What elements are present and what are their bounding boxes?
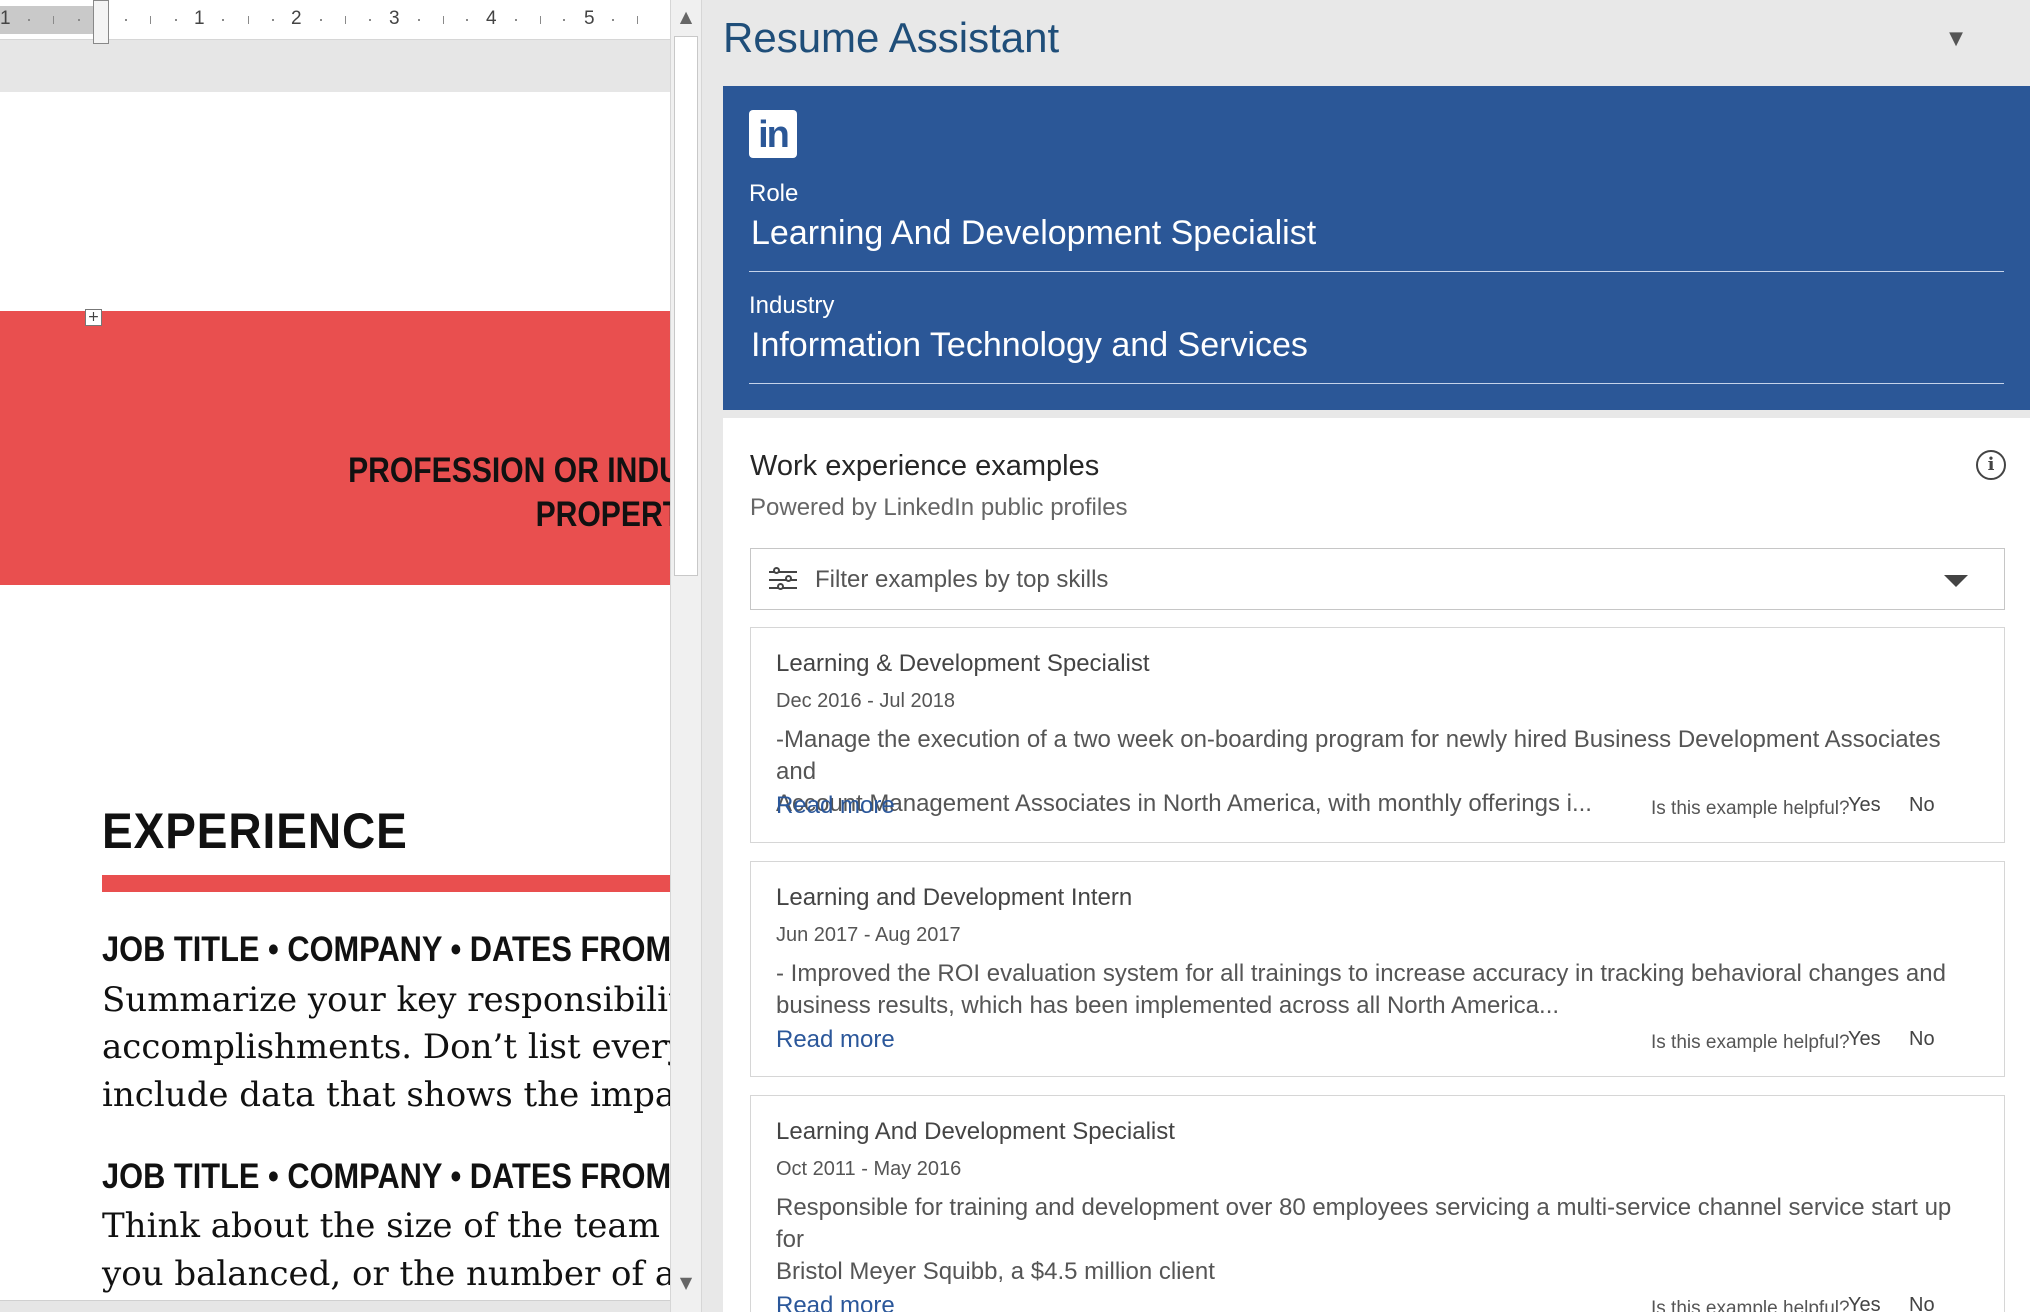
ruler-number: 3 <box>389 8 400 29</box>
job-description-line: accomplishments. Don’t list everything; … <box>102 1027 670 1067</box>
filter-placeholder: Filter examples by top skills <box>815 566 1109 593</box>
job-description-line: include data that shows the impact you m… <box>102 1075 670 1115</box>
table-move-handle-icon[interactable]: + <box>85 309 102 326</box>
role-input[interactable]: Learning And Development Specialist <box>751 214 1316 253</box>
ruler-tick <box>248 16 249 24</box>
linkedin-logo-icon: in <box>749 110 797 158</box>
ruler-number: 2 <box>291 8 302 29</box>
example-description: Responsible for training and development… <box>776 1194 1952 1292</box>
ruler-tick <box>150 16 151 24</box>
ruler-dot <box>466 19 468 21</box>
horizontal-ruler[interactable]: 1 1 2 3 4 5 <box>0 0 670 44</box>
examples-subtitle: Powered by LinkedIn public profiles <box>750 494 1128 521</box>
ruler-dot <box>320 19 322 21</box>
vertical-scrollbar[interactable]: ▲ ▼ <box>670 0 702 1312</box>
arrow-down-icon[interactable]: ▼ <box>671 1268 701 1298</box>
caret-down-icon[interactable] <box>1944 575 1968 587</box>
ruler-number: 4 <box>486 8 497 29</box>
ruler-tick <box>53 16 54 24</box>
example-dates: Dec 2016 - Jul 2018 <box>776 690 956 712</box>
heading-rule <box>102 875 670 892</box>
helpful-yes-button[interactable]: Yes <box>1848 1028 1881 1051</box>
banner-line-1: PROFESSION OR INDUSTRY <box>348 451 670 490</box>
industry-underline <box>749 383 2004 384</box>
resume-assistant-pane: Resume Assistant ▼ in Role Learning And … <box>702 0 2030 1312</box>
experience-heading: EXPERIENCE <box>102 803 408 859</box>
document-area: 1 1 2 3 4 5 + PROFESSION OR INDUSTRY PRO… <box>0 0 670 1312</box>
helpful-no-button[interactable]: No <box>1909 794 1935 817</box>
banner-line-2: PROPERTIES <box>535 495 670 534</box>
example-description: - Improved the ROI evaluation system for… <box>776 960 1946 1019</box>
document-page[interactable]: + PROFESSION OR INDUSTRY PROPERTIES EXPE… <box>0 92 670 1312</box>
helpful-no-button[interactable]: No <box>1909 1028 1935 1051</box>
example-card[interactable]: Learning & Development Specialist Dec 20… <box>750 627 2005 843</box>
ruler-tick <box>637 16 638 24</box>
indent-marker[interactable] <box>93 0 109 44</box>
role-underline <box>749 271 2004 272</box>
ruler-dot <box>272 19 274 21</box>
helpful-prompt: Is this example helpful? <box>1651 1032 1850 1053</box>
helpful-yes-button[interactable]: Yes <box>1848 794 1881 817</box>
ruler-tick <box>345 16 346 24</box>
ruler-dot <box>612 19 614 21</box>
helpful-yes-button[interactable]: Yes <box>1848 1294 1881 1312</box>
ruler-margin-shade <box>0 6 100 34</box>
example-dates: Jun 2017 - Aug 2017 <box>776 924 961 946</box>
arrow-up-icon[interactable]: ▲ <box>671 2 701 32</box>
info-icon[interactable]: i <box>1976 450 2006 480</box>
sliders-icon <box>769 567 797 591</box>
read-more-link[interactable]: Read more <box>776 1026 895 1054</box>
ruler-dot <box>563 19 565 21</box>
ruler-number: 1 <box>194 8 205 29</box>
ruler-tick <box>540 16 541 24</box>
ruler-dot <box>28 19 30 21</box>
job-description-line: Think about the size of the team you led… <box>102 1206 670 1246</box>
helpful-prompt: Is this example helpful? <box>1651 1298 1850 1312</box>
ruler-dot <box>222 19 224 21</box>
skills-filter-dropdown[interactable]: Filter examples by top skills <box>750 548 2005 610</box>
ruler-dot <box>418 19 420 21</box>
job-header: JOB TITLE • COMPANY • DATES FROM - TO <box>102 1157 670 1196</box>
chevron-down-icon[interactable]: ▼ <box>1942 28 1970 52</box>
linkedin-card: in Role Learning And Development Special… <box>723 86 2030 410</box>
ruler-dot <box>369 19 371 21</box>
example-card[interactable]: Learning And Development Specialist Oct … <box>750 1095 2005 1312</box>
job-header: JOB TITLE • COMPANY • DATES FROM - TO <box>102 930 670 969</box>
example-title: Learning & Development Specialist <box>776 650 1150 677</box>
helpful-prompt: Is this example helpful? <box>1651 798 1850 819</box>
ruler-number: 1 <box>0 8 11 29</box>
role-label: Role <box>749 180 799 207</box>
ruler-dot <box>78 19 80 21</box>
horizontal-scrollbar[interactable] <box>0 1300 670 1312</box>
read-more-link[interactable]: Read more <box>776 792 895 820</box>
read-more-link[interactable]: Read more <box>776 1292 895 1312</box>
scrollbar-thumb[interactable] <box>674 36 698 576</box>
example-title: Learning And Development Specialist <box>776 1118 1175 1145</box>
industry-input[interactable]: Information Technology and Services <box>751 326 1308 365</box>
examples-section: Work experience examples Powered by Link… <box>723 418 2030 1312</box>
job-description-line: Summarize your key responsibilities, lea… <box>102 980 670 1020</box>
ruler-tick <box>443 16 444 24</box>
header-banner: + PROFESSION OR INDUSTRY PROPERTIES <box>0 309 670 585</box>
ruler-dot <box>175 19 177 21</box>
helpful-no-button[interactable]: No <box>1909 1294 1935 1312</box>
ruler-number: 5 <box>584 8 595 29</box>
pane-title: Resume Assistant <box>723 14 1060 61</box>
example-title: Learning and Development Intern <box>776 884 1133 911</box>
examples-title: Work experience examples <box>750 450 1100 482</box>
ruler-dot <box>515 19 517 21</box>
example-dates: Oct 2011 - May 2016 <box>776 1158 962 1180</box>
industry-label: Industry <box>749 292 835 319</box>
ruler-dot <box>125 19 127 21</box>
example-card[interactable]: Learning and Development Intern Jun 2017… <box>750 861 2005 1077</box>
job-description-line: you balanced, or the number of articles … <box>102 1254 670 1294</box>
